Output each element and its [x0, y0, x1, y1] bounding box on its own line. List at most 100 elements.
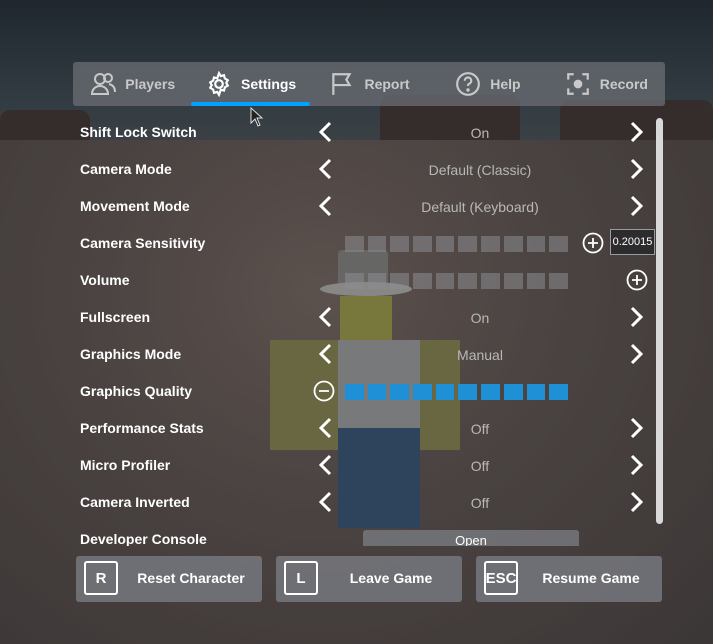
setting-row-performance-stats: Performance Stats Off: [0, 410, 713, 447]
tab-label: Record: [599, 76, 648, 92]
record-icon: [564, 70, 592, 98]
setting-row-camera-mode: Camera Mode Default (Classic): [0, 151, 713, 188]
slider-segment[interactable]: [367, 384, 387, 400]
slider-segment[interactable]: [549, 236, 568, 252]
setting-label: Camera Mode: [80, 161, 172, 177]
plus-circle-icon[interactable]: [582, 232, 604, 254]
chevron-left-icon[interactable]: [314, 451, 336, 479]
slider-segment[interactable]: [413, 384, 432, 400]
slider-segment[interactable]: [367, 236, 387, 252]
slider-segment[interactable]: [458, 273, 478, 289]
slider-segment[interactable]: [413, 273, 432, 289]
slider-segment[interactable]: [503, 273, 523, 289]
gear-icon: [205, 70, 233, 98]
chevron-left-icon[interactable]: [314, 192, 336, 220]
setting-row-camera-sensitivity: Camera Sensitivity 0.20015: [0, 225, 713, 262]
tab-label: Report: [364, 76, 410, 92]
reset-character-button[interactable]: R Reset Character: [76, 556, 262, 602]
setting-row-camera-inverted: Camera Inverted Off: [0, 484, 713, 521]
chevron-right-icon[interactable]: [626, 155, 648, 183]
slider-segment[interactable]: [503, 236, 523, 252]
slider-segment[interactable]: [526, 384, 546, 400]
setting-value: Manual: [457, 347, 503, 363]
setting-value: On: [470, 310, 490, 326]
slider-segment[interactable]: [526, 236, 546, 252]
slider-segment[interactable]: [481, 384, 500, 400]
setting-row-volume: Volume: [0, 262, 713, 299]
slider-segment[interactable]: [345, 273, 364, 289]
chevron-left-icon[interactable]: [314, 414, 336, 442]
key-hint: R: [84, 561, 118, 595]
developer-console-open-button[interactable]: Open: [363, 530, 579, 546]
chevron-right-icon[interactable]: [626, 488, 648, 516]
slider-segment[interactable]: [458, 236, 478, 252]
chevron-right-icon[interactable]: [626, 340, 648, 368]
players-icon: [89, 70, 117, 98]
setting-row-micro-profiler: Micro Profiler Off: [0, 447, 713, 484]
settings-list[interactable]: Shift Lock Switch On Camera Mode Default…: [0, 114, 713, 546]
setting-value: Default (Classic): [428, 162, 532, 178]
camera-sensitivity-slider[interactable]: [345, 236, 568, 252]
setting-row-graphics-quality: Graphics Quality: [0, 373, 713, 410]
setting-label: Camera Sensitivity: [80, 235, 206, 251]
tab-settings[interactable]: Settings: [191, 62, 311, 106]
button-label: Leave Game: [349, 570, 433, 586]
plus-circle-icon[interactable]: [626, 269, 648, 291]
tab-players[interactable]: Players: [73, 62, 191, 106]
setting-label: Shift Lock Switch: [80, 124, 197, 140]
slider-segment[interactable]: [390, 236, 410, 252]
graphics-quality-slider[interactable]: [345, 384, 568, 400]
setting-row-fullscreen: Fullscreen On: [0, 299, 713, 336]
slider-segment[interactable]: [526, 273, 546, 289]
chevron-left-icon[interactable]: [314, 118, 336, 146]
slider-segment[interactable]: [435, 384, 455, 400]
slider-segment[interactable]: [435, 273, 455, 289]
setting-value: Off: [470, 458, 490, 474]
chevron-right-icon[interactable]: [626, 192, 648, 220]
chevron-left-icon[interactable]: [314, 303, 336, 331]
setting-label: Volume: [80, 272, 130, 288]
slider-segment[interactable]: [390, 273, 410, 289]
tab-help[interactable]: Help: [428, 62, 546, 106]
chevron-right-icon[interactable]: [626, 451, 648, 479]
setting-value: Default (Keyboard): [421, 199, 539, 215]
slider-segment[interactable]: [481, 236, 500, 252]
slider-segment[interactable]: [481, 273, 500, 289]
chevron-left-icon[interactable]: [314, 488, 336, 516]
slider-segment[interactable]: [390, 384, 410, 400]
tab-report[interactable]: Report: [310, 62, 428, 106]
slider-segment[interactable]: [345, 236, 364, 252]
chevron-right-icon[interactable]: [626, 118, 648, 146]
leave-game-button[interactable]: L Leave Game: [276, 556, 462, 602]
setting-label: Micro Profiler: [80, 457, 171, 473]
button-label: Resume Game: [542, 570, 640, 586]
chevron-left-icon[interactable]: [314, 155, 336, 183]
minus-circle-icon[interactable]: [313, 380, 335, 402]
camera-sensitivity-input[interactable]: 0.20015: [610, 229, 655, 255]
question-icon: [454, 70, 482, 98]
tab-record[interactable]: Record: [547, 62, 665, 106]
setting-label: Movement Mode: [80, 198, 190, 214]
chevron-right-icon[interactable]: [626, 303, 648, 331]
settings-scrollbar[interactable]: [656, 118, 663, 524]
slider-segment[interactable]: [549, 273, 568, 289]
button-label: Reset Character: [137, 570, 245, 586]
setting-label: Developer Console: [80, 531, 207, 546]
chevron-right-icon[interactable]: [626, 414, 648, 442]
setting-label: Performance Stats: [80, 420, 204, 436]
slider-segment[interactable]: [549, 384, 568, 400]
tab-label: Players: [125, 76, 176, 92]
slider-segment[interactable]: [458, 384, 478, 400]
resume-game-button[interactable]: ESC Resume Game: [476, 556, 662, 602]
slider-segment[interactable]: [435, 236, 455, 252]
chevron-left-icon[interactable]: [314, 340, 336, 368]
setting-label: Camera Inverted: [80, 494, 190, 510]
tab-label: Settings: [240, 76, 297, 92]
setting-row-developer-console: Developer Console: [0, 521, 713, 546]
slider-segment[interactable]: [503, 384, 523, 400]
slider-segment[interactable]: [345, 384, 364, 400]
slider-segment[interactable]: [367, 273, 387, 289]
volume-slider[interactable]: [345, 273, 568, 289]
setting-row-graphics-mode: Graphics Mode Manual: [0, 336, 713, 373]
slider-segment[interactable]: [413, 236, 432, 252]
